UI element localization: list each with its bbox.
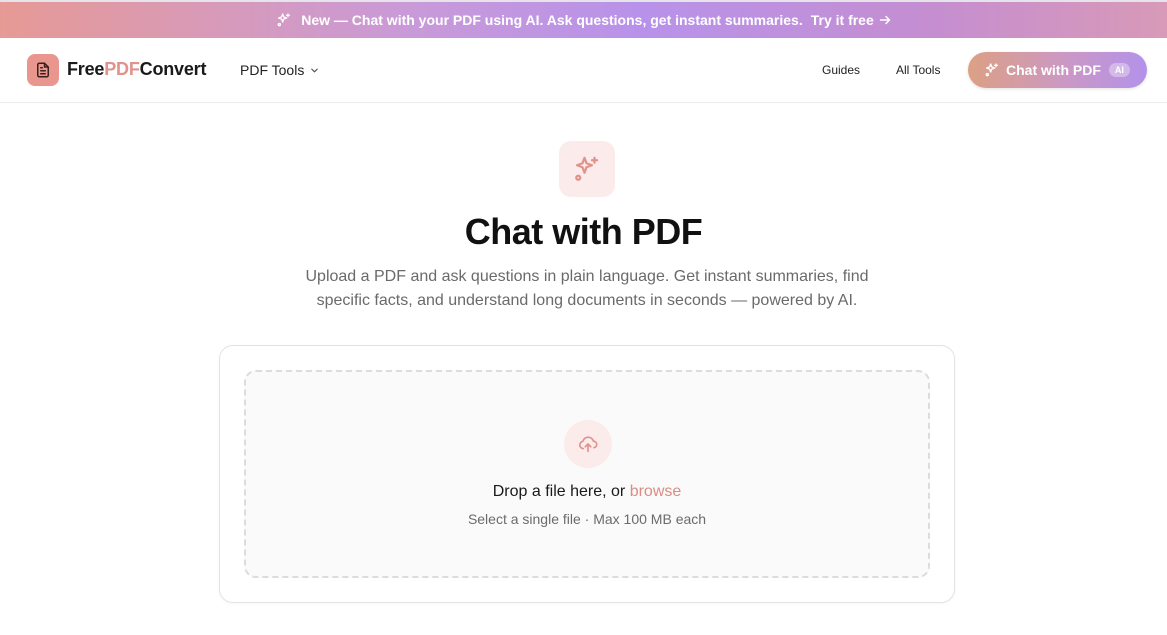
announcement-message: New — Chat with your PDF using AI. Ask q… — [301, 12, 803, 28]
chevron-down-icon — [311, 68, 319, 72]
try-it-free-link[interactable]: Try it free — [811, 12, 891, 28]
chat-with-pdf-label: Chat with PDF — [1006, 62, 1101, 78]
ai-badge: AI — [1108, 63, 1130, 77]
logo-mark[interactable] — [27, 54, 59, 86]
page-subtitle: Upload a PDF and ask questions in plain … — [305, 268, 869, 309]
logo-wordmark[interactable]: FreePDFConvert — [67, 59, 206, 80]
dropzone-prompt: Drop a file here, or browse — [246, 483, 928, 501]
dropzone-hint: Select a single file · Max 100 MB each — [467, 511, 707, 527]
sparkles-icon — [277, 13, 291, 27]
sparkles-icon — [985, 63, 998, 77]
sparkles-icon — [575, 156, 599, 181]
chat-with-pdf-button[interactable]: Chat with PDF AI — [968, 52, 1147, 88]
browse-link[interactable]: browse — [630, 483, 682, 500]
upload-card: Drop a file here, or browse Select a sin… — [219, 345, 955, 603]
try-it-free-label: Try it free — [810, 12, 874, 28]
nav-link-all-tools[interactable]: All Tools — [896, 63, 940, 77]
document-icon — [37, 62, 49, 78]
dropzone-prompt-text: Drop a file here, or — [492, 483, 626, 500]
logo-text-convert: Convert — [139, 59, 207, 79]
nav-link-guides[interactable]: Guides — [822, 63, 860, 77]
announcement-bar[interactable]: New — Chat with your PDF using AI. Ask q… — [0, 0, 1167, 38]
cloud-upload-icon — [578, 436, 598, 453]
hero-icon-tile — [559, 141, 615, 197]
arrow-right-icon — [879, 15, 890, 25]
logo-text-free: Free — [67, 59, 105, 79]
logo-text-pdf: PDF — [104, 59, 140, 79]
top-navigation: FreePDFConvert PDF Tools Guides All Tool… — [0, 38, 1167, 103]
pdf-tools-label: PDF Tools — [240, 62, 305, 78]
pdf-tools-dropdown[interactable]: PDF Tools — [240, 62, 319, 78]
page-title: Chat with PDF — [464, 211, 703, 252]
upload-icon-circle — [564, 420, 612, 468]
file-dropzone[interactable]: Drop a file here, or browse Select a sin… — [244, 370, 930, 578]
